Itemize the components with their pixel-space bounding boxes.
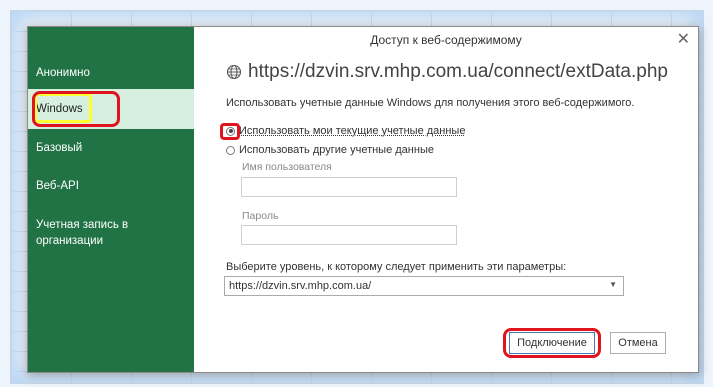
username-field[interactable] (241, 177, 457, 197)
chevron-down-icon: ▼ (609, 280, 617, 289)
level-select[interactable]: https://dzvin.srv.mhp.com.ua/ ▼ (224, 276, 624, 296)
dialog-title: Доступ к веб-содержимому (370, 33, 522, 47)
close-icon[interactable]: ✕ (677, 29, 690, 49)
sidebar-item-anonymous[interactable]: Анонимно (36, 65, 90, 81)
url-text: https://dzvin.srv.mhp.com.ua/connect/ext… (248, 61, 668, 82)
red-highlight-annotation (220, 123, 240, 140)
red-highlight-annotation (503, 328, 601, 358)
url-header: https://dzvin.srv.mhp.com.ua/connect/ext… (226, 61, 668, 83)
level-label: Выберите уровень, к которому следует при… (226, 261, 567, 273)
radio-other-credentials[interactable]: Использовать другие учетные данные (226, 144, 434, 156)
sidebar-item-organizational-account[interactable]: Учетная запись в организации (36, 217, 166, 249)
username-label: Имя пользователя (242, 161, 332, 173)
auth-sidebar: Анонимно Windows Базовый Веб-API Учетная… (28, 27, 194, 372)
sidebar-item-windows[interactable]: Windows (28, 89, 194, 129)
sidebar-item-label: Веб-API (36, 180, 79, 192)
sidebar-item-label: Базовый (36, 142, 83, 154)
red-highlight-annotation (32, 91, 120, 127)
web-content-access-dialog: Анонимно Windows Базовый Веб-API Учетная… (27, 26, 699, 373)
radio-unselected-icon[interactable] (226, 145, 235, 155)
password-label: Пароль (242, 210, 279, 222)
sidebar-item-label: Учетная запись в организации (36, 219, 129, 247)
sidebar-item-basic[interactable]: Базовый (36, 140, 82, 156)
sidebar-item-label: Анонимно (36, 67, 90, 79)
radio-label: Использовать мои текущие учетные данные (239, 125, 466, 137)
cancel-button[interactable]: Отмена (610, 332, 666, 354)
globe-icon (226, 64, 242, 80)
sidebar-item-web-api[interactable]: Веб-API (36, 178, 79, 194)
password-field[interactable] (241, 225, 457, 245)
level-select-value: https://dzvin.srv.mhp.com.ua/ (229, 280, 372, 292)
auth-description: Использовать учетные данные Windows для … (226, 97, 635, 109)
radio-current-credentials[interactable]: Использовать мои текущие учетные данные (226, 125, 465, 137)
radio-label: Использовать другие учетные данные (239, 144, 434, 156)
